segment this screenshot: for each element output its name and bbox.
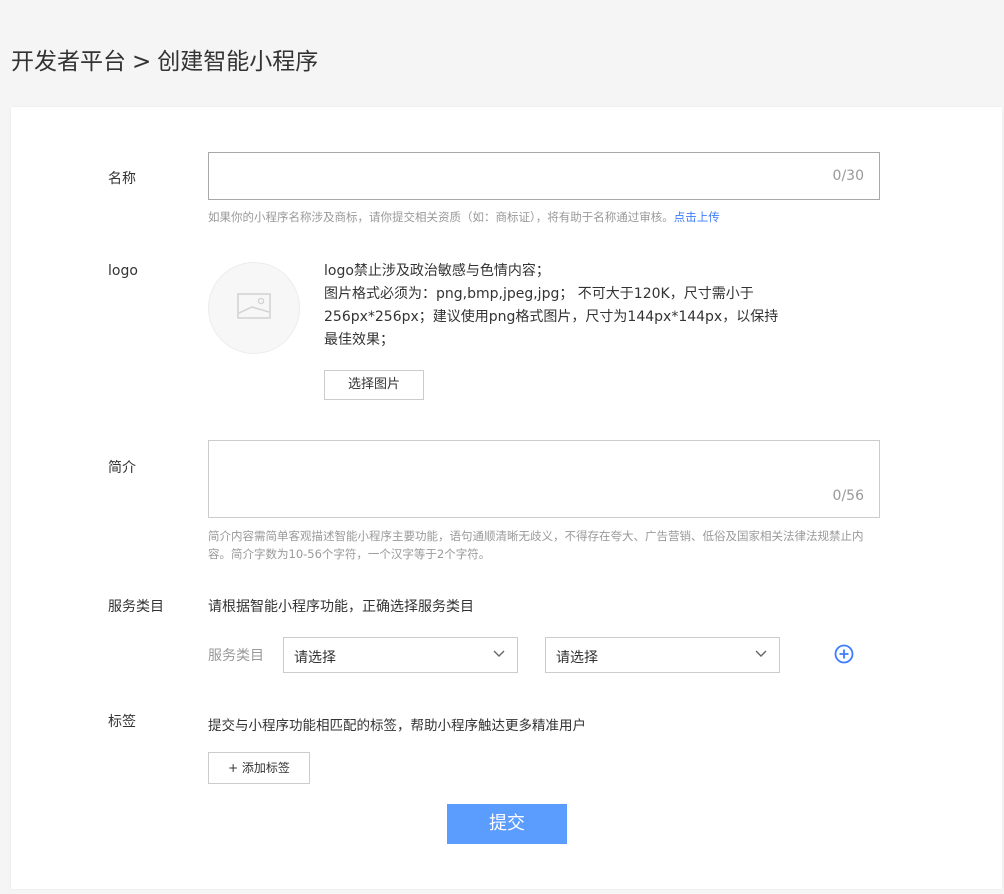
breadcrumb-separator: > (132, 49, 152, 75)
intro-label: 简介 (108, 460, 136, 476)
logo-label: logo (108, 263, 138, 279)
submit-button[interactable]: 提交 (447, 804, 567, 844)
breadcrumb-root[interactable]: 开发者平台 (11, 49, 126, 75)
logo-rule: logo禁止涉及政治敏感与色情内容； (324, 263, 550, 279)
service-label: 服务类目 (108, 599, 164, 615)
name-input[interactable]: 0/30 (208, 152, 880, 200)
chevron-down-icon (755, 650, 767, 657)
service-description: 请根据智能小程序功能，正确选择服务类目 (208, 599, 474, 615)
logo-rules: logo禁止涉及政治敏感与色情内容； 图片格式必须为：png,bmp,jpeg,… (324, 260, 784, 352)
breadcrumb: 开发者平台 > 创建智能小程序 (11, 42, 318, 76)
name-hint: 如果你的小程序名称涉及商标，请你提交相关资质（如：商标证），将有助于名称通过审核… (208, 208, 720, 226)
intro-hint: 简介内容需简单客观描述智能小程序主要功能，语句通顺清晰无歧义，不得存在夸大、广告… (208, 529, 864, 561)
intro-textarea[interactable]: 0/56 (208, 440, 880, 518)
service-select-2-value: 请选择 (556, 650, 598, 666)
image-placeholder-icon (237, 293, 271, 319)
chevron-down-icon (493, 650, 505, 657)
service-sub-label: 服务类目 (208, 648, 264, 664)
logo-preview[interactable] (208, 262, 300, 354)
service-category-select-2[interactable]: 请选择 (545, 637, 780, 673)
name-hint-text: 如果你的小程序名称涉及商标，请你提交相关资质（如：商标证），将有助于名称通过审核… (208, 210, 674, 224)
tags-description: 提交与小程序功能相匹配的标签，帮助小程序触达更多精准用户 (208, 718, 586, 734)
add-tag-button[interactable]: + 添加标签 (208, 752, 310, 784)
page-title: 创建智能小程序 (157, 49, 319, 75)
name-counter: 0/30 (832, 168, 864, 184)
upload-link[interactable]: 点击上传 (674, 210, 720, 224)
tags-label: 标签 (108, 714, 136, 730)
intro-counter: 0/56 (832, 488, 864, 504)
form-card: 名称 0/30 如果你的小程序名称涉及商标，请你提交相关资质（如：商标证），将有… (11, 107, 1002, 889)
select-image-button[interactable]: 选择图片 (324, 370, 424, 400)
service-select-1-value: 请选择 (294, 650, 336, 666)
logo-rule: 图片格式必须为：png,bmp,jpeg,jpg； 不可大于120K，尺寸需小于… (324, 286, 779, 348)
service-category-select-1[interactable]: 请选择 (283, 637, 518, 673)
name-label: 名称 (108, 171, 136, 187)
plus-circle-icon[interactable] (834, 644, 854, 664)
